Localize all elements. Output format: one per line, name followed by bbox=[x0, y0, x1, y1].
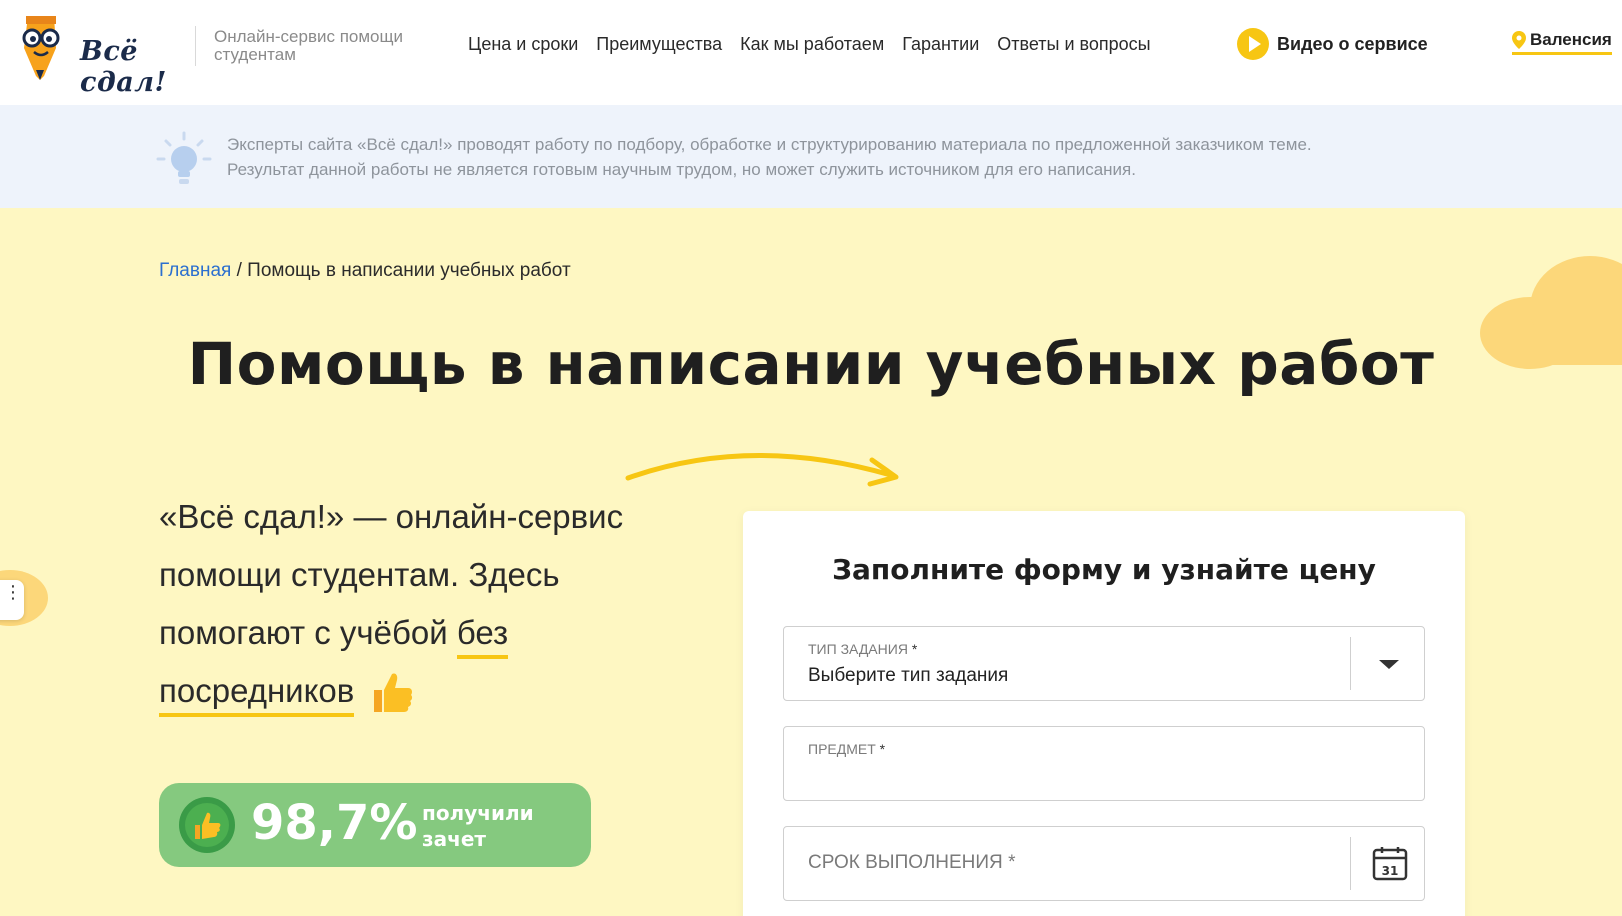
calendar-day: 31 bbox=[1382, 864, 1399, 878]
side-menu-handle[interactable]: ⋮ bbox=[0, 580, 24, 620]
tagline: Онлайн-сервис помощи студентам bbox=[214, 27, 403, 64]
disclaimer-text: Эксперты сайта «Всё сдал!» проводят рабо… bbox=[227, 132, 1427, 182]
task-type-label: Тип задания * bbox=[808, 641, 918, 657]
location-pin-icon bbox=[1512, 31, 1526, 49]
logo-divider bbox=[195, 26, 196, 66]
required-mark: * bbox=[911, 641, 918, 657]
kebab-icon: ⋮ bbox=[4, 582, 22, 602]
badge-line-2: зачет bbox=[422, 827, 487, 851]
thumbs-up-icon bbox=[374, 673, 413, 713]
city-selector[interactable]: Валенсия bbox=[1512, 30, 1612, 55]
nav-item-how-we-work[interactable]: Как мы работаем bbox=[740, 34, 884, 55]
lightbulb-icon bbox=[156, 131, 212, 184]
logo-text: Всё сдал! bbox=[80, 36, 167, 98]
deadline-label: Срок выполнения * bbox=[808, 852, 1016, 873]
badge-label: получили зачет bbox=[422, 800, 534, 852]
site-header: Всё сдал! Онлайн-сервис помощи студентам… bbox=[0, 0, 1622, 105]
play-icon bbox=[1237, 28, 1269, 60]
task-type-value: Выберите тип задания bbox=[808, 665, 1009, 686]
breadcrumb-separator: / bbox=[236, 260, 242, 281]
nav-item-advantages[interactable]: Преимущества bbox=[596, 34, 722, 55]
video-label: Видео о сервисе bbox=[1277, 33, 1428, 54]
task-type-select[interactable]: Тип задания * Выберите тип задания bbox=[783, 626, 1425, 701]
nav-item-guarantees[interactable]: Гарантии bbox=[902, 34, 979, 55]
intro-main: «Всё сдал!» — онлайн-сервис помощи студе… bbox=[159, 498, 624, 651]
required-mark: * bbox=[879, 741, 886, 757]
nav-item-faq[interactable]: Ответы и вопросы bbox=[997, 34, 1150, 55]
breadcrumb: Главная / Помощь в написании учебных раб… bbox=[159, 260, 571, 282]
breadcrumb-current: Помощь в написании учебных работ bbox=[247, 260, 571, 281]
video-button[interactable]: Видео о сервисе bbox=[1237, 28, 1428, 60]
arrow-decoration bbox=[625, 453, 899, 487]
chevron-down-icon[interactable] bbox=[1379, 660, 1399, 669]
subject-input[interactable]: Предмет * bbox=[783, 726, 1425, 801]
intro-text: «Всё сдал!» — онлайн-сервис помощи студе… bbox=[159, 488, 629, 720]
disclaimer-bar: Эксперты сайта «Всё сдал!» проводят рабо… bbox=[0, 105, 1622, 208]
logo[interactable]: Всё сдал! bbox=[10, 8, 180, 98]
pencil-mascot-icon bbox=[22, 16, 60, 80]
hero-section: ⋮ Главная / Помощь в написании учебных р… bbox=[0, 208, 1622, 916]
field-separator bbox=[1350, 637, 1351, 690]
badge-line-1: получили bbox=[422, 801, 534, 825]
success-badge: 98,7% получили зачет bbox=[159, 783, 591, 867]
nav-item-price[interactable]: Цена и сроки bbox=[468, 34, 578, 55]
deadline-input[interactable]: Срок выполнения * 31 bbox=[783, 826, 1425, 901]
medal-thumb-icon bbox=[179, 797, 235, 853]
disclaimer-line-1: Эксперты сайта «Всё сдал!» проводят рабо… bbox=[227, 135, 1312, 154]
page-title: Помощь в написании учебных работ bbox=[187, 330, 1435, 398]
form-title: Заполните форму и узнайте цену bbox=[832, 553, 1376, 586]
disclaimer-line-2: Результат данной работы не является гото… bbox=[227, 160, 1136, 179]
field-separator bbox=[1350, 837, 1351, 890]
subject-label: Предмет * bbox=[808, 741, 886, 757]
order-form: Заполните форму и узнайте цену Тип задан… bbox=[743, 511, 1465, 916]
badge-percent: 98,7% bbox=[251, 795, 418, 851]
city-label: Валенсия bbox=[1530, 30, 1612, 49]
breadcrumb-home[interactable]: Главная bbox=[159, 260, 231, 281]
calendar-icon[interactable]: 31 bbox=[1372, 845, 1408, 881]
main-nav: Цена и сроки Преимущества Как мы работае… bbox=[468, 34, 1151, 55]
